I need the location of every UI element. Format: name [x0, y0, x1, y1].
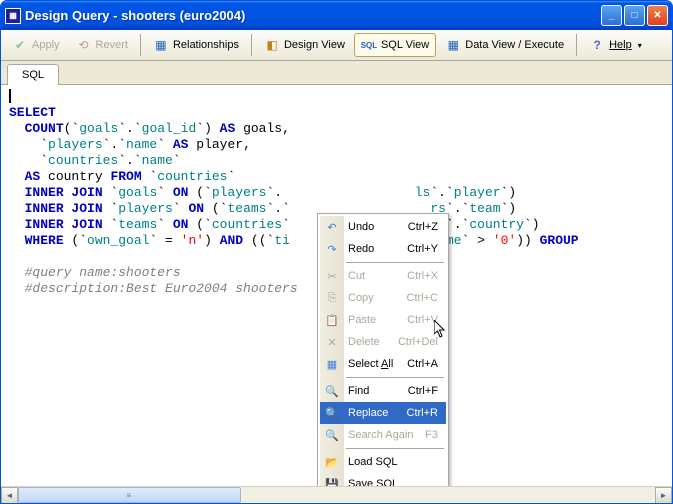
- menu-separator: [346, 448, 444, 449]
- data-view-button[interactable]: ▦Data View / Execute: [438, 33, 571, 57]
- separator: [576, 34, 577, 56]
- titlebar: ▦ Design Query - shooters (euro2004) _ □…: [1, 1, 672, 30]
- menu-find[interactable]: 🔍FindCtrl+F: [320, 380, 446, 402]
- menu-undo[interactable]: ↶UndoCtrl+Z: [320, 216, 446, 238]
- scroll-track[interactable]: ≡: [18, 487, 655, 503]
- scroll-thumb[interactable]: ≡: [18, 487, 241, 503]
- find-icon: 🔍: [324, 383, 340, 399]
- menu-cut[interactable]: ✂CutCtrl+X: [320, 265, 446, 287]
- revert-icon: ⟲: [76, 37, 92, 53]
- scroll-right-button[interactable]: ►: [655, 487, 672, 503]
- menu-redo[interactable]: ↷RedoCtrl+Y: [320, 238, 446, 260]
- menu-delete[interactable]: ✕DeleteCtrl+Del: [320, 331, 446, 353]
- menu-replace[interactable]: 🔍ReplaceCtrl+R: [320, 402, 446, 424]
- context-menu: ↶UndoCtrl+Z ↷RedoCtrl+Y ✂CutCtrl+X ⎘Copy…: [317, 213, 449, 503]
- help-button[interactable]: ?Help▾: [582, 33, 649, 57]
- window-title: Design Query - shooters (euro2004): [25, 8, 601, 23]
- delete-icon: ✕: [324, 334, 340, 350]
- menu-paste[interactable]: 📋PasteCtrl+V: [320, 309, 446, 331]
- maximize-button[interactable]: □: [624, 5, 645, 26]
- dropdown-icon: ▾: [638, 41, 642, 50]
- cut-icon: ✂: [324, 268, 340, 284]
- help-icon: ?: [589, 37, 605, 53]
- menu-load-sql[interactable]: 📂Load SQL: [320, 451, 446, 473]
- sql-icon: SQL: [361, 37, 377, 53]
- toolbar: ✔Apply ⟲Revert ▦Relationships ◧Design Vi…: [1, 30, 672, 61]
- revert-button[interactable]: ⟲Revert: [69, 33, 135, 57]
- search-again-icon: 🔍: [324, 427, 340, 443]
- editor-tabs: SQL: [1, 61, 672, 85]
- text-caret: [9, 89, 11, 103]
- editor-area: SELECT COUNT(`goals`.`goal_id`) AS goals…: [1, 85, 672, 503]
- menu-copy[interactable]: ⎘CopyCtrl+C: [320, 287, 446, 309]
- app-window: ▦ Design Query - shooters (euro2004) _ □…: [0, 0, 673, 504]
- paste-icon: 📋: [324, 312, 340, 328]
- menu-select-all[interactable]: ▦Select AllCtrl+A: [320, 353, 446, 375]
- redo-icon: ↷: [324, 241, 340, 257]
- menu-separator: [346, 262, 444, 263]
- design-icon: ◧: [264, 37, 280, 53]
- tab-sql[interactable]: SQL: [7, 64, 59, 85]
- undo-icon: ↶: [324, 219, 340, 235]
- scroll-left-button[interactable]: ◄: [1, 487, 18, 503]
- apply-button[interactable]: ✔Apply: [5, 33, 67, 57]
- copy-icon: ⎘: [324, 290, 340, 306]
- check-icon: ✔: [12, 37, 28, 53]
- app-icon: ▦: [5, 8, 21, 24]
- relationships-icon: ▦: [153, 37, 169, 53]
- menu-separator: [346, 377, 444, 378]
- open-icon: 📂: [324, 454, 340, 470]
- menu-search-again[interactable]: 🔍Search AgainF3: [320, 424, 446, 446]
- horizontal-scrollbar[interactable]: ◄ ≡ ►: [1, 486, 672, 503]
- table-icon: ▦: [445, 37, 461, 53]
- sql-view-button[interactable]: SQLSQL View: [354, 33, 436, 57]
- separator: [140, 34, 141, 56]
- relationships-button[interactable]: ▦Relationships: [146, 33, 246, 57]
- close-button[interactable]: ✕: [647, 5, 668, 26]
- window-controls: _ □ ✕: [601, 5, 668, 26]
- replace-icon: 🔍: [324, 405, 340, 421]
- select-all-icon: ▦: [324, 356, 340, 372]
- separator: [251, 34, 252, 56]
- design-view-button[interactable]: ◧Design View: [257, 33, 352, 57]
- minimize-button[interactable]: _: [601, 5, 622, 26]
